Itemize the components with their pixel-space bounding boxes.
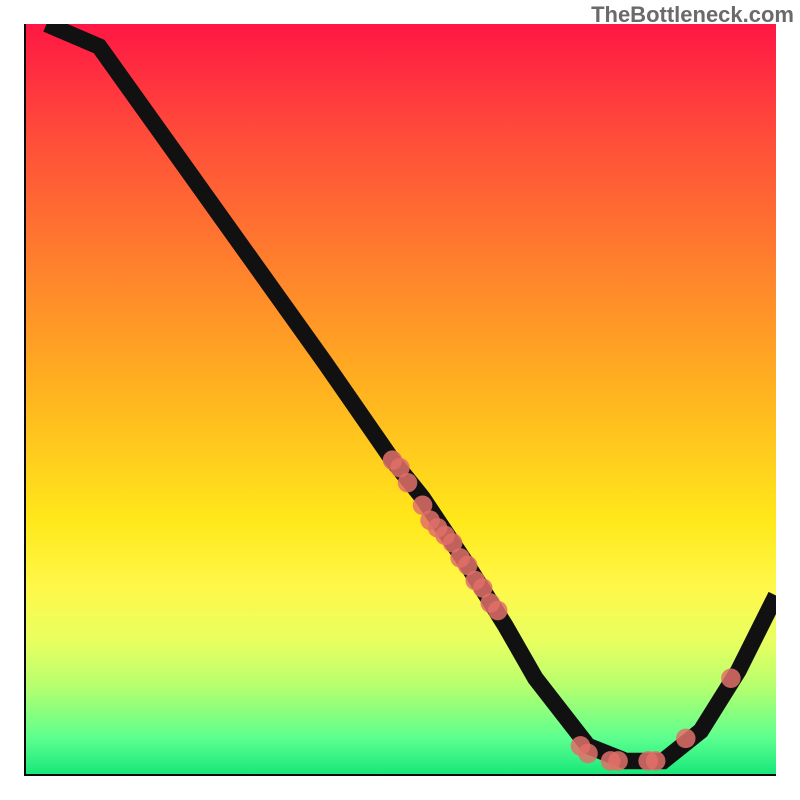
data-dot <box>488 601 508 621</box>
curve-path <box>47 24 776 761</box>
data-dot <box>721 668 741 688</box>
data-dot <box>608 751 628 771</box>
data-dot <box>398 473 418 493</box>
plot-area <box>24 24 776 776</box>
data-dot <box>646 751 666 771</box>
data-dot <box>676 729 696 749</box>
data-dot <box>578 744 598 764</box>
chart-svg <box>24 24 776 776</box>
chart-container: TheBottleneck.com <box>0 0 800 800</box>
